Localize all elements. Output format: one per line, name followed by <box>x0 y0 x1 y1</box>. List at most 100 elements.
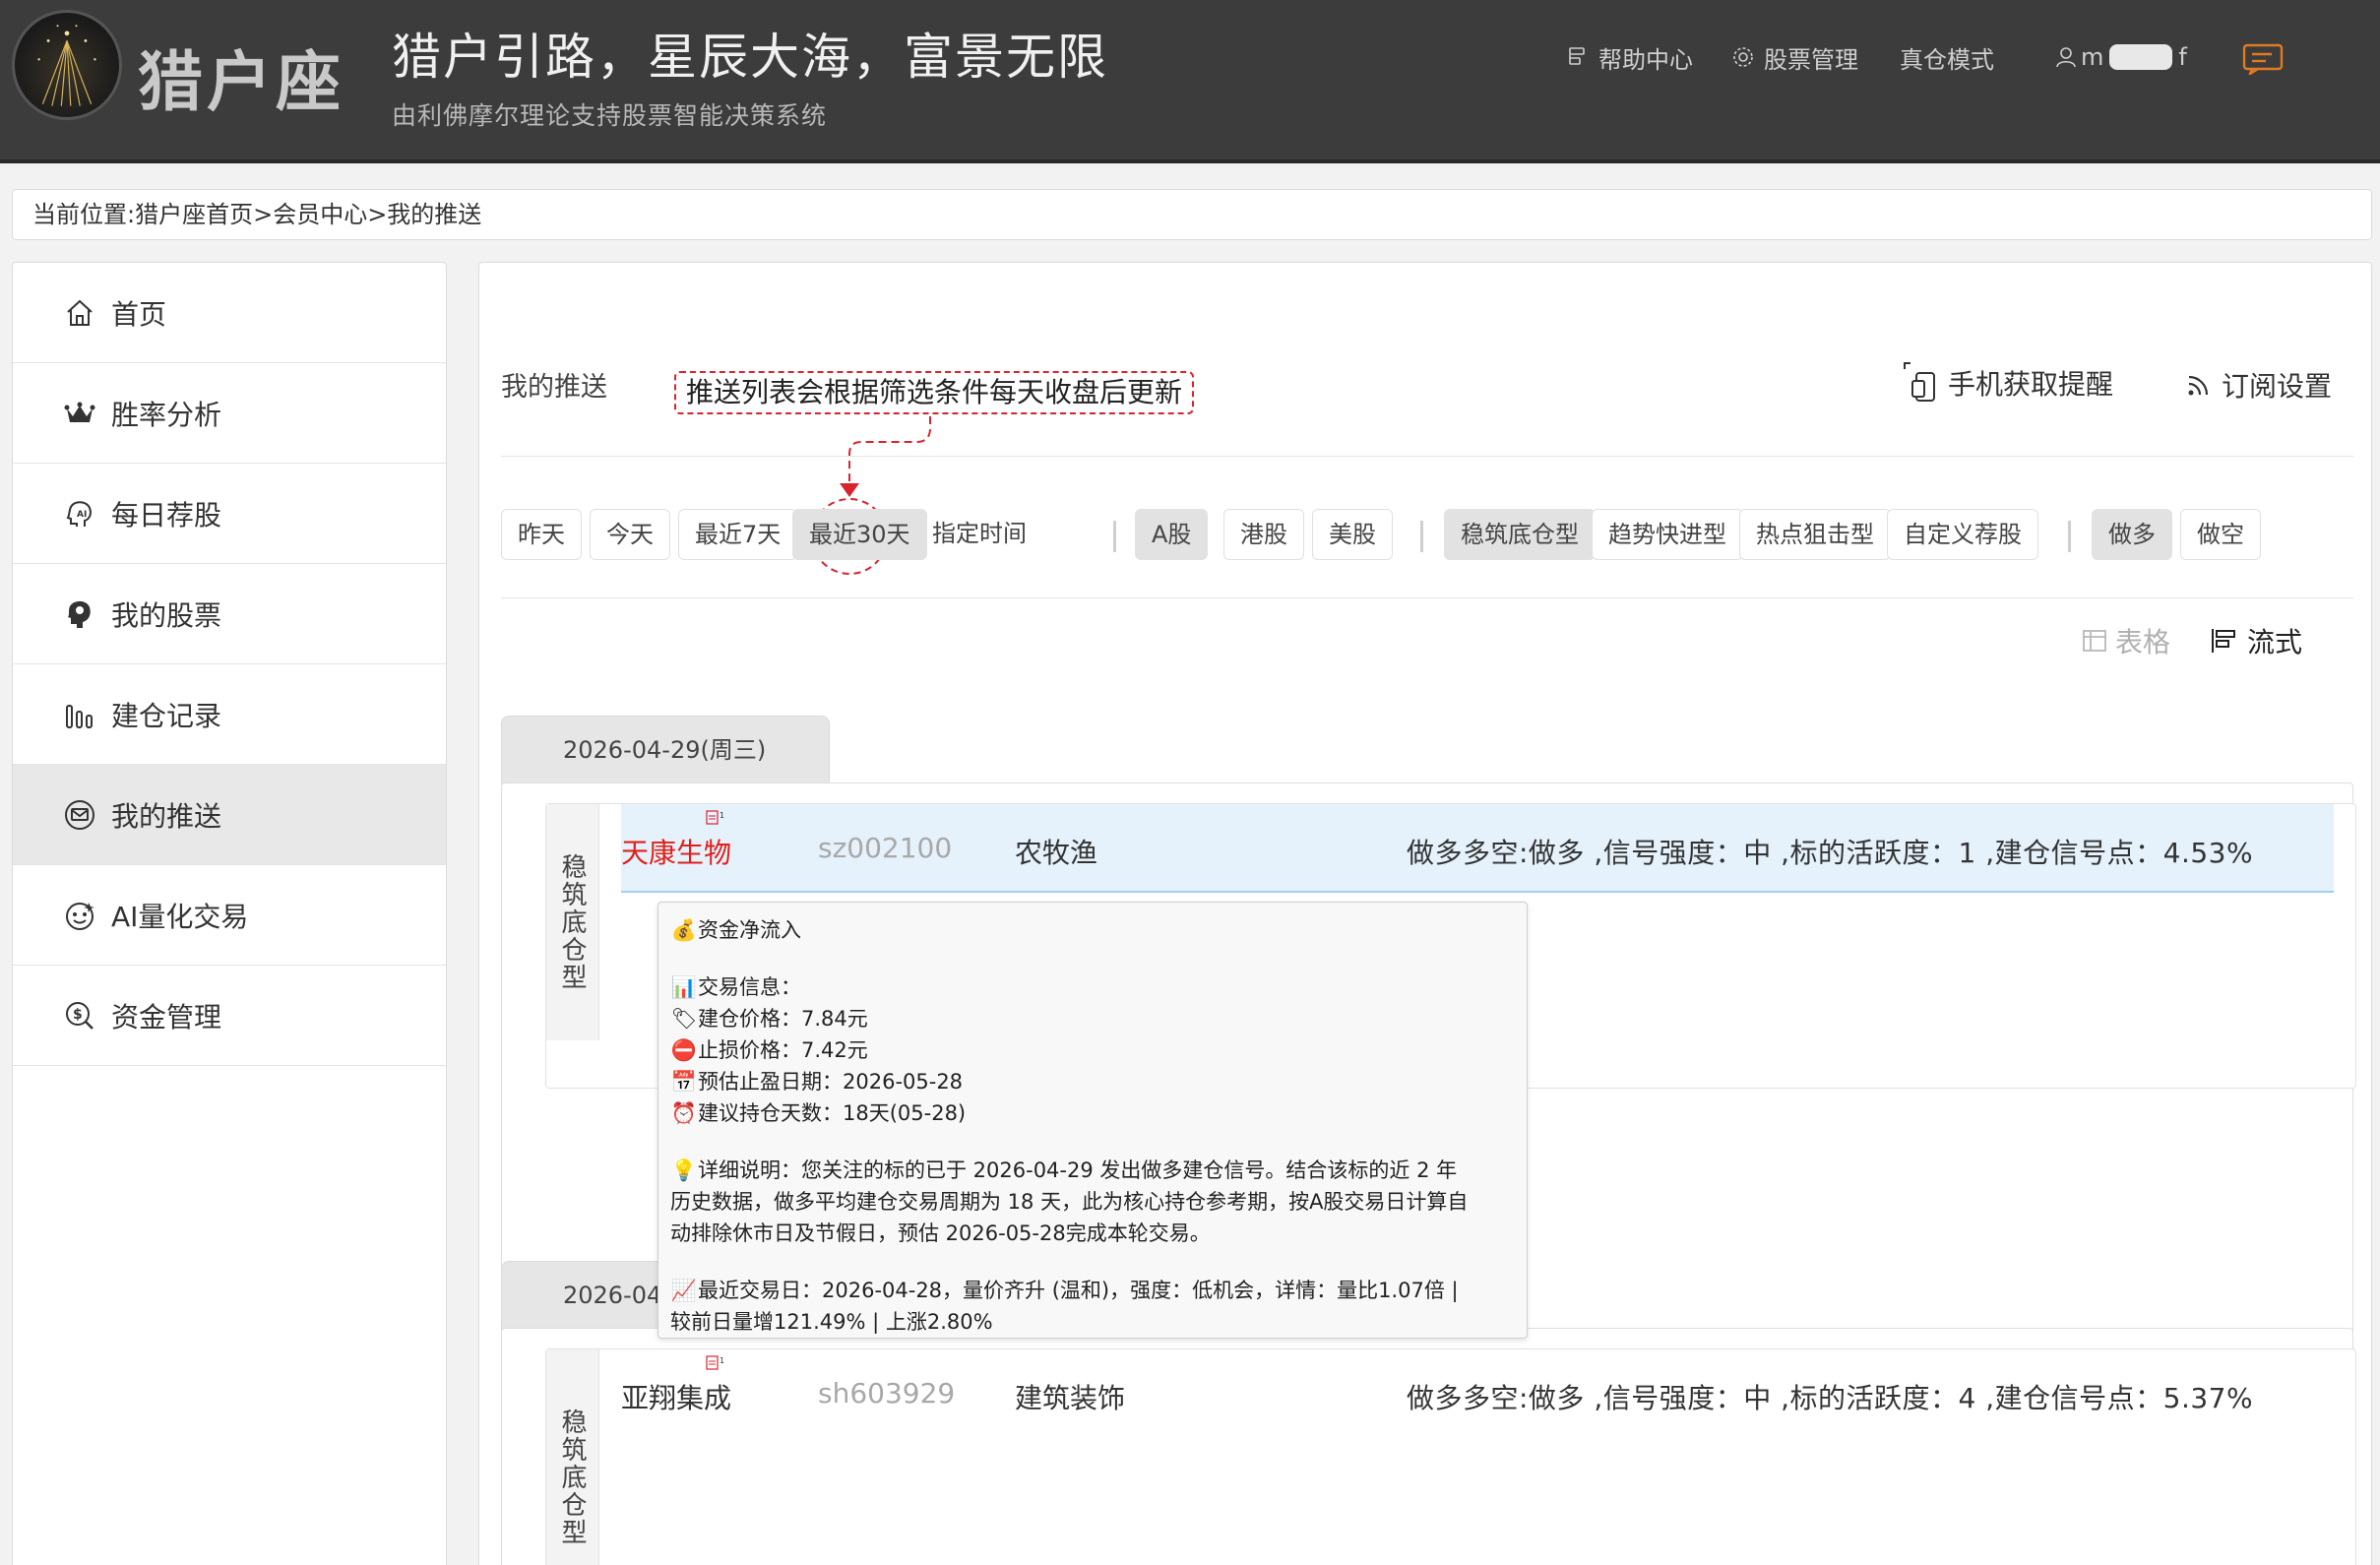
sidebar-item-daily-picks[interactable]: AI 每日荐股 <box>13 464 446 564</box>
user-menu[interactable]: m f <box>2053 41 2187 73</box>
stock-code: sh603929 <box>818 1377 956 1409</box>
money-bag-icon: 💰 <box>670 918 698 942</box>
real-mode-link[interactable]: 真仓模式 <box>1900 41 1994 74</box>
filter-short[interactable]: 做空 <box>2180 509 2261 560</box>
help-center-label: 帮助中心 <box>1598 45 1693 74</box>
svg-text:$: $ <box>73 1007 83 1023</box>
date-tab[interactable]: 2026-04-29(周三) <box>501 716 830 784</box>
real-mode-label: 真仓模式 <box>1900 45 1994 74</box>
calendar-icon: 📅 <box>670 1070 698 1094</box>
sidebar-item-label: 每日荐股 <box>111 498 222 532</box>
stock-name[interactable]: 亚翔集成 <box>621 1377 731 1416</box>
sidebar-item-fund-management[interactable]: $ 资金管理 <box>13 966 446 1066</box>
annotation-update-note: 推送列表会根据筛选条件每天收盘后更新 <box>674 371 1194 414</box>
user-icon <box>2056 47 2076 68</box>
flow-list-icon <box>2212 629 2235 653</box>
divider <box>501 456 2353 457</box>
help-center-link[interactable]: 帮助中心 <box>1565 41 1693 74</box>
crown-icon <box>64 402 95 422</box>
header-slogan: 猎户引路，星辰大海，富景无限 <box>392 29 1108 86</box>
subscribe-settings-link[interactable]: 订阅设置 <box>2186 365 2332 405</box>
user-name-prefix: m <box>2081 43 2104 71</box>
table-icon <box>2083 630 2106 652</box>
filter-last-7-days[interactable]: 最近7天 <box>678 509 798 560</box>
sidebar-item-label: 资金管理 <box>111 1000 222 1033</box>
filter-a-share[interactable]: A股 <box>1135 509 1209 560</box>
filter-separator <box>1113 521 1116 552</box>
tooltip-trade-info: 交易信息： <box>698 975 801 999</box>
stock-management-link[interactable]: 股票管理 <box>1730 41 1858 74</box>
robot-face-icon <box>66 902 94 930</box>
pdf-report-icon[interactable]: 1 <box>706 1355 727 1371</box>
lightbulb-icon: 💡 <box>670 1158 698 1182</box>
tooltip-detail-line: 详细说明：您关注的标的已于 2026-04-29 发出做多建仓信号。结合该标的近… <box>698 1158 1458 1182</box>
tooltip-target-date: 预估止盈日期：2026-05-28 <box>698 1070 964 1094</box>
stock-detail-tooltip: 💰资金净流入 📊交易信息： 🏷建仓价格：7.84元 ⛔止损价格：7.42元 📅预… <box>658 902 1528 1339</box>
filter-yesterday[interactable]: 昨天 <box>501 509 582 560</box>
filter-custom-pick[interactable]: 自定义荐股 <box>1887 509 2038 560</box>
money-search-icon: $ <box>66 1001 94 1030</box>
filter-last-30-days[interactable]: 最近30天 <box>792 509 927 560</box>
breadcrumb: 当前位置:猎户座首页>会员中心>我的推送 <box>12 189 2372 240</box>
sidebar: 首页 胜率分析 AI 每日荐股 我的股票 建仓记录 我的推送 AI量化交易 $ … <box>12 262 447 1565</box>
tooltip-last-trade-cont: 较前日量增121.49% | 上涨2.80% <box>670 1310 993 1334</box>
filter-hot-snipe[interactable]: 热点狙击型 <box>1739 509 1891 560</box>
filter-separator <box>2068 521 2071 552</box>
phone-alert-link[interactable]: 手机获取提醒 <box>1903 361 2113 405</box>
sidebar-item-my-push[interactable]: 我的推送 <box>13 765 446 865</box>
user-name-redacted <box>2109 44 2173 70</box>
user-name-suffix: f <box>2178 43 2187 71</box>
stock-signal-info: 做多多空:做多 ,信号强度：中 ,标的活跃度：1 ,建仓信号点：4.53% <box>1407 837 2254 869</box>
logo-emblem-icon[interactable] <box>12 10 122 120</box>
svg-text:1: 1 <box>720 1356 724 1365</box>
filter-hk-share[interactable]: 港股 <box>1223 509 1304 560</box>
tooltip-detail-line: 动排除休市日及节假日，预估 2026-05-28完成本轮交易。 <box>670 1221 1211 1245</box>
subscribe-settings-label: 订阅设置 <box>2222 370 2333 403</box>
sidebar-item-win-rate[interactable]: 胜率分析 <box>13 363 446 464</box>
svg-text:1: 1 <box>720 811 724 820</box>
page-title: 我的推送 <box>501 372 607 403</box>
filter-stable-base[interactable]: 稳筑底仓型 <box>1444 509 1596 560</box>
sidebar-item-label: 我的推送 <box>111 799 222 833</box>
logo-text[interactable]: 猎户座 <box>138 30 344 124</box>
view-flow-toggle[interactable]: 流式 <box>2210 621 2302 660</box>
sidebar-item-ai-trading[interactable]: AI量化交易 <box>13 865 446 966</box>
stock-industry: 建筑装饰 <box>1015 1382 1126 1414</box>
gear-icon <box>1733 47 1753 67</box>
view-flow-label: 流式 <box>2247 626 2303 658</box>
filter-us-share[interactable]: 美股 <box>1312 509 1393 560</box>
header-subslogan: 由利佛摩尔理论支持股票智能决策系统 <box>392 101 828 130</box>
top-header: 猎户座 猎户引路，星辰大海，富景无限 由利佛摩尔理论支持股票智能决策系统 帮助中… <box>0 0 2380 163</box>
stock-row[interactable]: 1 天康生物 sz002100 农牧渔 做多多空:做多 ,信号强度：中 ,标的活… <box>621 804 2334 893</box>
sidebar-item-label: 首页 <box>111 297 167 331</box>
ai-head-icon: AI <box>66 500 92 527</box>
alarm-clock-icon: ⏰ <box>670 1101 698 1125</box>
filter-trend-fast[interactable]: 趋势快进型 <box>1592 509 1743 560</box>
filter-today[interactable]: 今天 <box>590 509 670 560</box>
strategy-tag: 稳筑底仓型 <box>546 1349 599 1565</box>
tooltip-detail-line: 历史数据，做多平均建仓交易周期为 18 天，此为核心持仓参考期，按A股交易日计算… <box>670 1190 1469 1214</box>
push-group: 稳筑底仓型 1 亚翔集成 sh603929 建筑装饰 做多多空:做多 ,信号强度… <box>501 1328 2356 1565</box>
stock-row[interactable]: 1 亚翔集成 sh603929 建筑装饰 做多多空:做多 ,信号强度：中 ,标的… <box>621 1349 2334 1438</box>
tooltip-entry-price: 建仓价格：7.84元 <box>698 1007 868 1031</box>
stock-management-label: 股票管理 <box>1764 45 1858 74</box>
bar-chart-icon <box>66 704 93 728</box>
tooltip-hold-days: 建议持仓天数：18天(05-28) <box>698 1101 967 1125</box>
pdf-report-icon[interactable]: 1 <box>706 810 727 826</box>
trend-up-icon: 📈 <box>670 1279 698 1302</box>
sidebar-item-label: 建仓记录 <box>111 699 222 732</box>
sidebar-item-position-records[interactable]: 建仓记录 <box>13 664 446 765</box>
chat-message-icon[interactable] <box>2242 43 2284 75</box>
sidebar-item-home[interactable]: 首页 <box>13 263 446 363</box>
stock-code: sz002100 <box>818 832 953 864</box>
filter-custom-time[interactable]: 指定时间 <box>916 509 1042 560</box>
stock-name[interactable]: 天康生物 <box>621 832 731 871</box>
sidebar-item-my-stocks[interactable]: 我的股票 <box>13 564 446 664</box>
tooltip-stop-loss: 止损价格：7.42元 <box>698 1038 868 1062</box>
sidebar-item-label: 胜率分析 <box>111 398 222 431</box>
view-table-toggle[interactable]: 表格 <box>2082 621 2170 660</box>
filter-long[interactable]: 做多 <box>2092 509 2172 560</box>
chart-icon: 📊 <box>670 975 698 999</box>
phone-alert-label: 手机获取提醒 <box>1948 368 2114 401</box>
home-icon <box>67 299 93 326</box>
